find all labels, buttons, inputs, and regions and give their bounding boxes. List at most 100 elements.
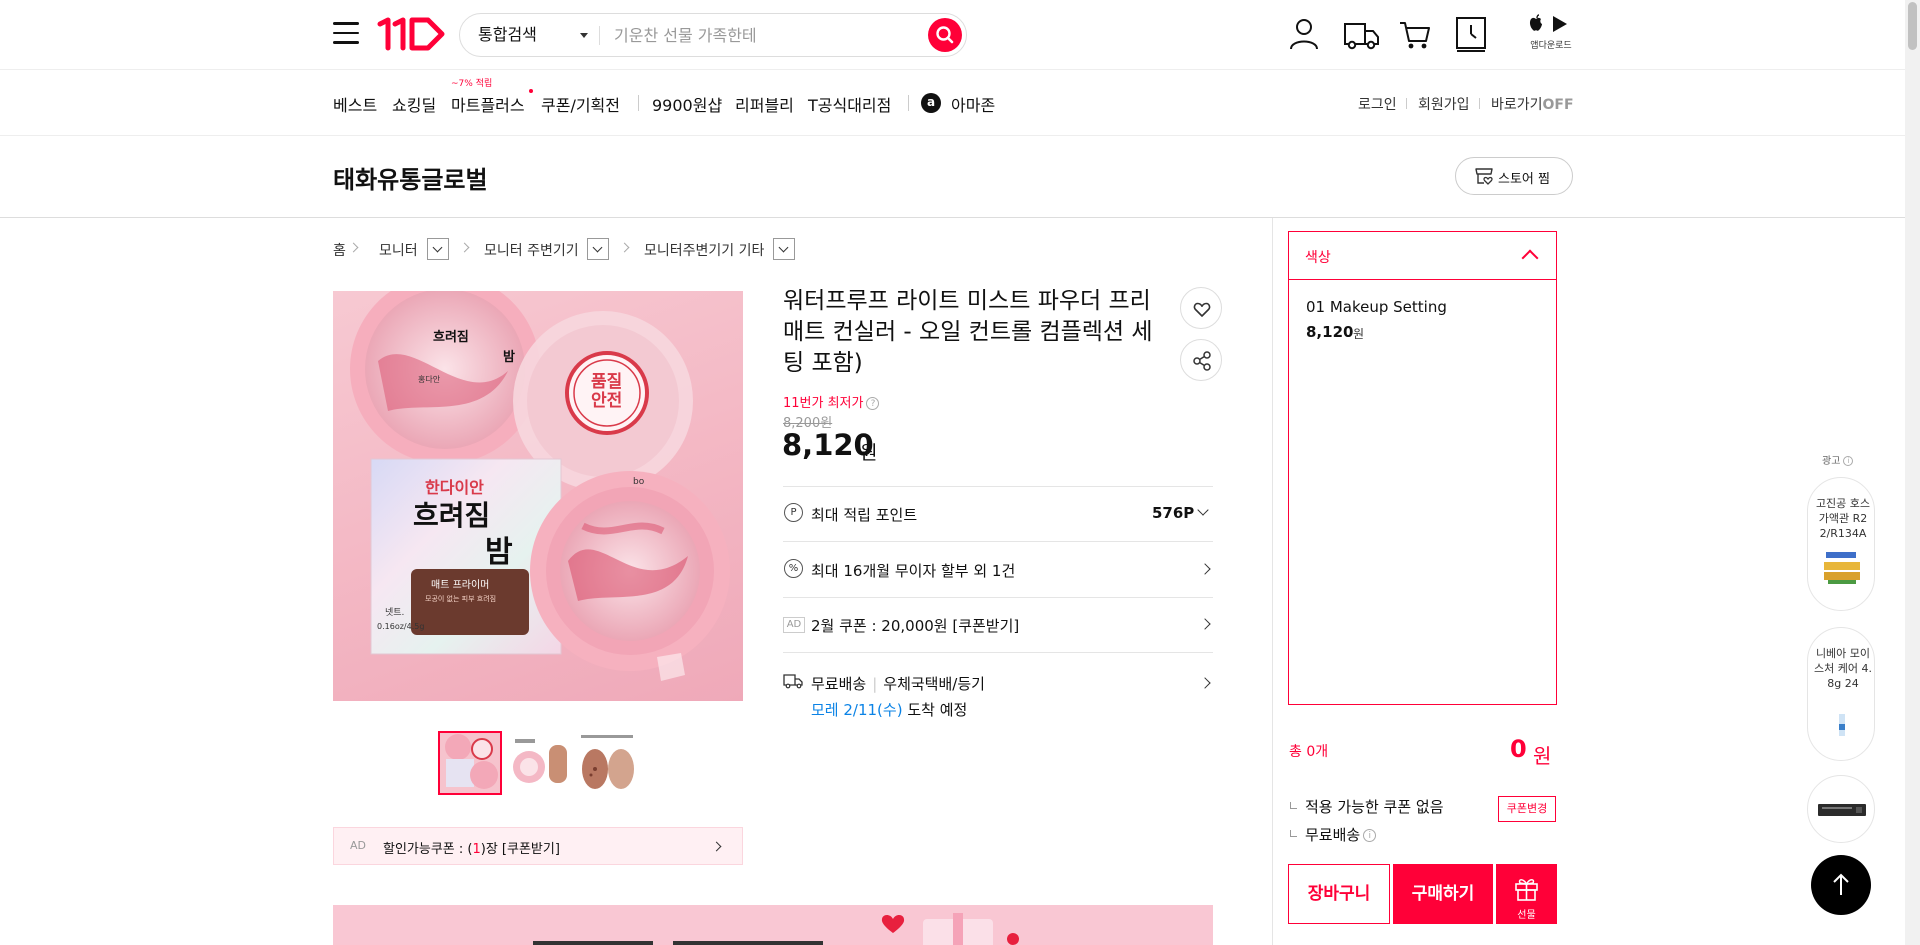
recent-view-icon[interactable] bbox=[1455, 16, 1487, 52]
divider bbox=[783, 486, 1213, 487]
arrival-date: 모레 2/11(수) bbox=[811, 701, 903, 719]
gift-button[interactable]: 선물 bbox=[1496, 864, 1557, 924]
11st-logo[interactable] bbox=[376, 14, 448, 54]
lowest-price-label: 11번가 최저가? bbox=[783, 392, 880, 411]
buy-now-button[interactable]: 구매하기 bbox=[1393, 864, 1493, 924]
option-item[interactable]: 01 Makeup Setting 8,120 원 bbox=[1289, 281, 1556, 351]
store-bar bbox=[0, 136, 1905, 218]
coupon-change-button[interactable]: 쿠폰변경 bbox=[1498, 796, 1556, 822]
points-value[interactable]: 576P bbox=[1152, 504, 1194, 522]
total-price: 0 bbox=[1510, 735, 1527, 763]
chevron-right-icon bbox=[348, 242, 359, 253]
util-divider bbox=[1406, 98, 1407, 109]
quality-safety-stamp: 품질 안전 bbox=[591, 373, 622, 411]
store-heart-icon bbox=[1475, 168, 1493, 185]
breadcrumb-monitor[interactable]: 모니터 bbox=[379, 240, 418, 260]
scroll-to-top-button[interactable] bbox=[1811, 855, 1871, 915]
nav-t-dealer[interactable]: T공식대리점 bbox=[808, 92, 891, 116]
delivery-info[interactable]: 무료배송 | 우체국택배/등기 bbox=[811, 673, 985, 694]
search-button[interactable] bbox=[928, 18, 962, 52]
coupon-prefix: 할인가능쿠폰 : ( bbox=[383, 842, 473, 857]
delivery-icon bbox=[783, 674, 803, 689]
installment-icon: % bbox=[784, 559, 803, 578]
nav-amazon[interactable]: 아마존 bbox=[951, 92, 995, 116]
thumbnail-2[interactable] bbox=[507, 731, 571, 795]
product-main-image[interactable]: 흐려짐 밤 홍다안 품질 안전 bo 한다이안 흐려짐 밤 매트 프라이머 모공이… bbox=[333, 291, 743, 701]
shortcut-toggle[interactable]: 바로가기OFF bbox=[1491, 94, 1574, 114]
breadcrumb-dropdown-monitor[interactable] bbox=[427, 238, 449, 260]
ad-tag: AD bbox=[783, 617, 805, 633]
discount-coupon-label: 할인가능쿠폰 : (1)장 [쿠폰받기] bbox=[383, 838, 560, 857]
back-jar-text: bo bbox=[633, 477, 645, 487]
nav-mart-plus[interactable]: 마트플러스 bbox=[451, 92, 525, 116]
store-favorite-button[interactable]: 스토어 찜 bbox=[1455, 157, 1573, 195]
points-icon: P bbox=[784, 503, 803, 522]
add-to-cart-button[interactable]: 장바구니 bbox=[1288, 864, 1390, 924]
app-download-button[interactable]: 앱다운로드 bbox=[1528, 14, 1574, 54]
divider bbox=[783, 597, 1213, 598]
info-icon[interactable]: i bbox=[1843, 456, 1854, 466]
delivery-method: 우체국택배/등기 bbox=[883, 675, 985, 693]
thumbnail-3[interactable] bbox=[575, 731, 639, 795]
discount-coupon-bar[interactable]: AD 할인가능쿠폰 : (1)장 [쿠폰받기] bbox=[333, 827, 743, 865]
column-divider bbox=[1272, 218, 1273, 945]
side-ad-card-3[interactable] bbox=[1807, 775, 1875, 843]
search-scope-select[interactable]: 통합검색 bbox=[478, 14, 588, 56]
breadcrumb-dropdown-accessory[interactable] bbox=[587, 238, 609, 260]
util-divider bbox=[1479, 98, 1480, 109]
installment-label[interactable]: 최대 16개월 무이자 할부 외 1건 bbox=[811, 560, 1015, 581]
shipping-text: 무료배송 bbox=[1305, 826, 1361, 844]
nav-shocking-deal[interactable]: 쇼킹딜 bbox=[392, 92, 436, 116]
search-input[interactable] bbox=[614, 14, 914, 56]
chevron-down-icon[interactable] bbox=[1197, 504, 1209, 516]
breadcrumb-dropdown-other[interactable] bbox=[773, 238, 795, 260]
chevron-right-icon[interactable] bbox=[1199, 618, 1211, 630]
box-title-text: 흐려짐 bbox=[413, 499, 491, 532]
product-title: 워터프루프 라이트 미스트 파우더 프리 매트 컨실러 - 오일 컨트롤 컴플렉… bbox=[783, 288, 1153, 376]
nav-9900-shop[interactable]: 9900원샵 bbox=[652, 92, 722, 116]
menu-icon[interactable] bbox=[333, 22, 359, 46]
february-coupon-label[interactable]: 2월 쿠폰 : 20,000원 [쿠폰받기] bbox=[811, 615, 1019, 636]
caret-down-icon bbox=[580, 33, 588, 38]
promo-banner-art bbox=[533, 913, 1019, 945]
nav-coupon-event[interactable]: 쿠폰/기획전 bbox=[541, 92, 620, 116]
chevron-right-icon bbox=[619, 242, 630, 253]
delivery-truck-icon[interactable] bbox=[1343, 16, 1381, 52]
chevron-right-icon[interactable] bbox=[1199, 677, 1211, 689]
gift-label: 선물 bbox=[1517, 910, 1536, 921]
nav-refurbly[interactable]: 리퍼블리 bbox=[735, 92, 794, 116]
thumbnail-image bbox=[581, 735, 634, 789]
scrollbar-thumb[interactable] bbox=[1908, 2, 1917, 50]
chevron-right-icon bbox=[711, 841, 722, 852]
mart-plus-badge: ~7% 적립 bbox=[451, 79, 493, 89]
shortcut-state: OFF bbox=[1542, 97, 1574, 113]
coupon-status-text: 적용 가능한 쿠폰 없음 bbox=[1305, 798, 1444, 816]
points-label[interactable]: 최대 적립 포인트 bbox=[811, 504, 917, 525]
search-box: 통합검색 bbox=[459, 13, 967, 57]
page-scrollbar[interactable] bbox=[1905, 0, 1920, 945]
sale-price-unit: 원 bbox=[860, 442, 878, 464]
chevron-right-icon[interactable] bbox=[1199, 563, 1211, 575]
wishlist-button[interactable] bbox=[1180, 287, 1222, 329]
user-icon[interactable] bbox=[1288, 16, 1320, 52]
breadcrumb-home[interactable]: 홈 bbox=[333, 240, 346, 260]
shortcut-label: 바로가기 bbox=[1491, 97, 1543, 113]
nav-best[interactable]: 베스트 bbox=[333, 92, 377, 116]
thumbnail-image bbox=[513, 739, 567, 783]
side-ad-card-1[interactable]: 고진공 호스 가액관 R22/R134A bbox=[1807, 477, 1875, 611]
cart-icon[interactable] bbox=[1398, 16, 1432, 52]
promo-banner[interactable] bbox=[333, 905, 1213, 945]
heart-icon bbox=[1193, 302, 1211, 317]
share-button[interactable] bbox=[1180, 339, 1222, 381]
login-link[interactable]: 로그인 bbox=[1358, 94, 1397, 114]
color-option-header[interactable]: 색상 bbox=[1289, 232, 1556, 280]
info-icon[interactable]: ? bbox=[866, 397, 880, 410]
breadcrumb-monitor-accessory[interactable]: 모니터 주변기기 bbox=[484, 240, 579, 260]
breadcrumb-monitor-accessory-other[interactable]: 모니터주변기기 기타 bbox=[644, 240, 764, 260]
thumbnail-1[interactable] bbox=[438, 731, 502, 795]
side-ad-card-2[interactable]: 니베아 모이스처 케어 4.8g 24 bbox=[1807, 627, 1875, 761]
signup-link[interactable]: 회원가입 bbox=[1418, 94, 1470, 114]
app-store-icons bbox=[1529, 14, 1567, 32]
store-name[interactable]: 태화유통글로벌 bbox=[333, 160, 488, 195]
info-icon[interactable]: i bbox=[1363, 829, 1377, 842]
